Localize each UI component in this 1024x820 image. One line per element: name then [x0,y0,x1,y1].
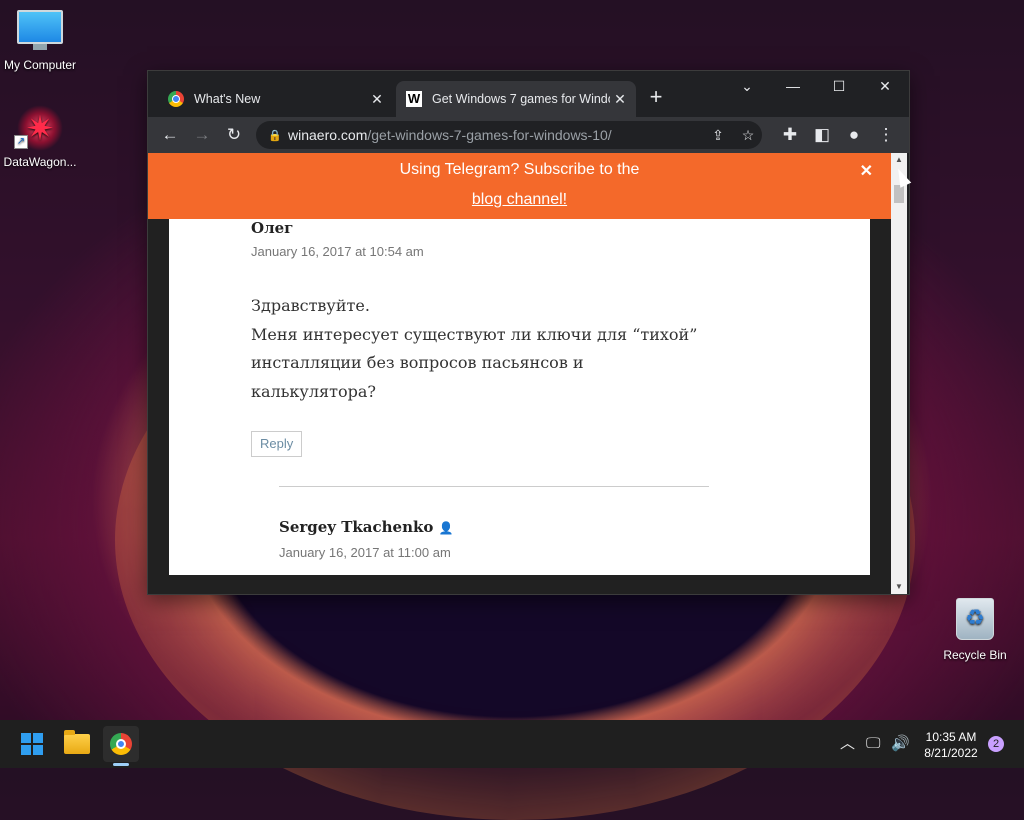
tab-whats-new[interactable]: What's New ✕ [158,81,393,117]
page-scrollbar[interactable]: ▲ ▼ [891,153,907,594]
computer-icon [17,10,63,50]
back-button[interactable]: ← [158,123,182,147]
author-user-icon: 👤 [438,521,454,535]
active-app-indicator [113,763,129,766]
notification-badge[interactable]: 2 [988,736,1004,752]
comment-body: Здравствуйте. Меня интересует существуют… [251,292,731,406]
telegram-banner: Using Telegram? Subscribe to the blog ch… [148,153,891,219]
scroll-down-arrow-icon[interactable]: ▼ [891,580,907,594]
close-banner-icon[interactable]: ✕ [860,161,873,181]
share-icon[interactable]: ⇪ [708,127,728,143]
reply-button[interactable]: Reply [251,431,303,457]
chrome-favicon-icon [168,91,184,107]
bookmark-star-icon[interactable]: ☆ [738,127,758,143]
folder-icon [64,730,90,754]
profile-icon[interactable]: ● [842,123,866,147]
comment-date[interactable]: January 16, 2017 at 11:00 am [279,545,451,560]
url-path: /get-windows-7-games-for-windows-10/ [367,127,612,143]
address-bar[interactable]: 🔒 winaero.com/get-windows-7-games-for-wi… [256,121,762,149]
recycle-bin-icon [956,598,994,640]
show-hidden-icons-chevron[interactable]: ︿ [840,735,855,753]
comment-line: Меня интересует существуют ли ключи для … [251,324,698,344]
desktop-icon-label: My Computer [3,58,77,72]
new-tab-button[interactable]: + [646,85,666,109]
scrollbar-thumb[interactable] [894,185,904,203]
comment-date[interactable]: January 16, 2017 at 10:54 am [251,244,424,259]
desktop-icon-datawagon[interactable]: ↗ DataWagon... [0,105,80,169]
clock[interactable]: 10:35 AM 8/21/2022 [915,729,987,761]
clock-date: 8/21/2022 [924,746,978,760]
tab-strip: What's New ✕ W Get Windows 7 games for W… [148,71,909,117]
taskbar: ︿ 🖵 🔊 10:35 AM 8/21/2022 2 [0,720,1024,768]
extensions-icon[interactable]: ✚ [778,123,802,147]
maximize-button[interactable]: ☐ [816,71,862,101]
tab-title: Get Windows 7 games for Windows 10 [432,92,610,106]
comment-line: Здравствуйте. [251,296,370,315]
chrome-taskbar-button[interactable] [103,726,139,762]
shortcut-arrow-icon: ↗ [14,135,28,149]
comment-line: инсталляции без вопросов пасьянсов и [251,353,584,372]
comment-divider [279,486,709,487]
page-viewport: Using Telegram? Subscribe to the blog ch… [148,153,891,594]
reload-button[interactable]: ↻ [222,123,246,147]
windows-logo-icon [21,733,43,755]
close-tab-icon[interactable]: ✕ [367,91,387,108]
side-panel-icon[interactable]: ◧ [810,123,834,147]
start-button[interactable] [14,726,50,762]
comment-author[interactable]: Олег [251,219,293,237]
desktop-icon-my-computer[interactable]: My Computer [0,10,80,72]
tab-title: What's New [194,92,261,106]
comment-area: Олег January 16, 2017 at 10:54 am Здравс… [169,219,870,575]
tab-search-chevron-icon[interactable]: ⌄ [724,71,770,101]
close-tab-icon[interactable]: ✕ [610,91,630,108]
winaero-favicon-icon: W [406,91,422,107]
forward-button[interactable]: → [190,123,214,147]
browser-toolbar: ← → ↻ 🔒 winaero.com/get-windows-7-games-… [148,117,909,153]
close-window-button[interactable]: ✕ [862,71,908,101]
lock-icon: 🔒 [268,129,282,142]
tab-get-windows-7-games[interactable]: W Get Windows 7 games for Windows 10 ✕ [396,81,636,117]
url-host: winaero.com [288,127,368,143]
banner-text: Using Telegram? Subscribe to the [399,161,640,178]
chrome-icon [110,733,132,755]
comment-author[interactable]: Sergey Tkachenko 👤 [279,518,454,536]
scroll-up-arrow-icon[interactable]: ▲ [891,153,907,167]
comment-author-name: Sergey Tkachenko [279,518,434,536]
comment-line: калькулятора? [251,381,376,401]
volume-icon[interactable]: 🔊 [891,735,910,753]
file-explorer-button[interactable] [59,726,95,762]
desktop-icon-label: Recycle Bin [943,648,1007,662]
clock-time: 10:35 AM [925,730,977,744]
minimize-button[interactable]: — [770,71,816,101]
menu-kebab-icon[interactable]: ⋮ [874,123,898,147]
banner-link[interactable]: blog channel! [148,191,891,209]
network-icon[interactable]: 🖵 [866,735,880,753]
desktop-icon-label: DataWagon... [3,155,77,169]
desktop-icon-recycle-bin[interactable]: Recycle Bin [935,598,1015,662]
chrome-window: What's New ✕ W Get Windows 7 games for W… [147,70,910,595]
